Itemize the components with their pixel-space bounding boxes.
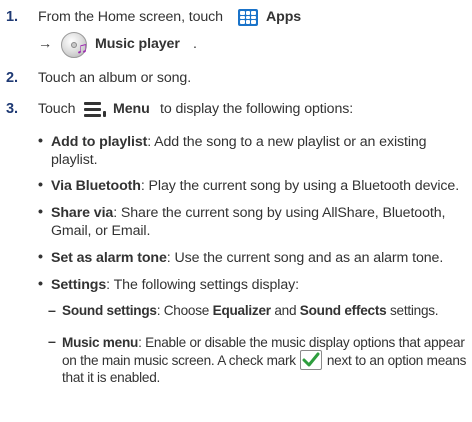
bullet: • (38, 276, 43, 292)
step-1-number: 1. (6, 9, 18, 25)
check-mark-icon (300, 349, 323, 370)
option-label: Add to playlist (51, 134, 148, 150)
dash: – (48, 303, 56, 319)
option-via-bluetooth: Via Bluetooth: Play the current song by … (51, 177, 466, 195)
step-1-text: From the Home screen, touch (38, 9, 223, 25)
option-label: Set as alarm tone (51, 250, 167, 266)
setting-music-menu: Music menu: Enable or disable the music … (62, 335, 467, 385)
apps-grid-icon (238, 9, 258, 26)
step-3-number: 3. (6, 101, 18, 117)
music-player-label: Music player (95, 36, 180, 52)
option-alarm-tone: Set as alarm tone: Use the current song … (51, 249, 466, 267)
apps-label: Apps (266, 9, 302, 25)
arrow-icon: → (38, 36, 53, 52)
step-3-text: to display the following options: (160, 101, 354, 117)
option-add-to-playlist: Add to playlist: Add the song to a new p… (51, 133, 461, 169)
option-label: Share via (51, 205, 114, 221)
setting-sound: Sound settings: Choose Equalizer and Sou… (62, 303, 439, 318)
step-2-text: Touch an album or song. (38, 70, 192, 86)
menu-icon (84, 101, 106, 117)
option-share-via: Share via: Share the current song by usi… (51, 204, 463, 240)
step-1-period: . (193, 36, 197, 52)
bullet: • (38, 249, 43, 265)
option-desc: : The following settings display: (106, 277, 299, 293)
option-desc: : Use the current song and as an alarm t… (166, 250, 444, 266)
music-player-icon: ♫ (61, 32, 88, 58)
bullet: • (38, 177, 43, 193)
menu-label: Menu (113, 101, 150, 117)
option-label: Settings (51, 277, 107, 293)
step-2-number: 2. (6, 70, 18, 86)
setting-label: Sound settings (62, 303, 157, 318)
setting-label: Music menu (62, 335, 139, 350)
option-label: Via Bluetooth (51, 178, 141, 194)
option-settings: Settings: The following settings display… (51, 276, 466, 294)
option-desc: : Play the current song by using a Bluet… (140, 178, 460, 194)
step-3-touch: Touch (38, 101, 76, 117)
bullet: • (38, 204, 43, 220)
bullet: • (38, 133, 43, 149)
dash: – (48, 334, 56, 350)
